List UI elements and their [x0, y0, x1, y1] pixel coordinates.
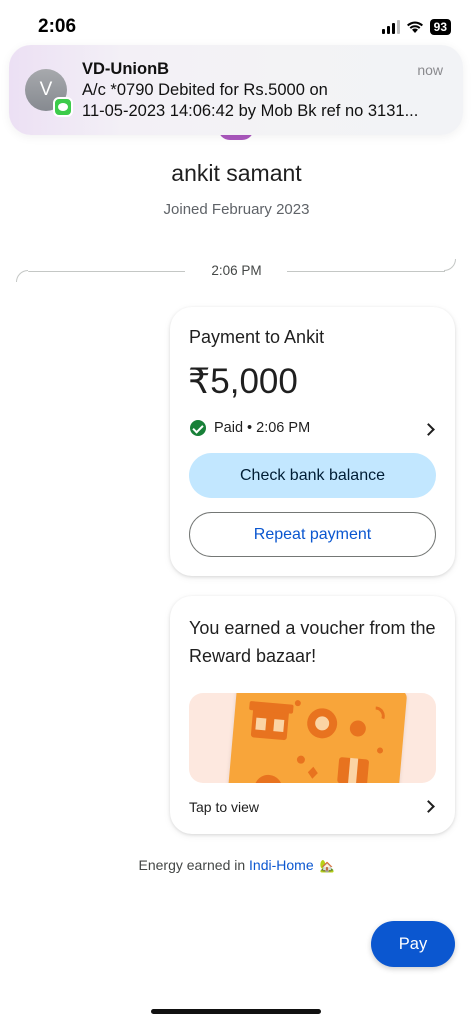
- profile-name: ankit samant: [171, 160, 302, 186]
- payment-card[interactable]: Payment to Ankit ₹5,000 Paid • 2:06 PM C…: [170, 307, 455, 576]
- home-indicator[interactable]: [151, 1009, 321, 1014]
- messages-app-icon: [53, 97, 73, 117]
- chevron-right-icon[interactable]: [422, 423, 435, 436]
- voucher-ticket-image: [226, 693, 408, 783]
- wifi-icon: [406, 20, 424, 34]
- notification-sender: VD-UnionB: [82, 60, 170, 78]
- voucher-pattern-icon: [249, 700, 385, 783]
- notification-body: A/c *0790 Debited for Rs.5000 on 11-05-2…: [82, 80, 452, 122]
- pay-button[interactable]: Pay: [371, 921, 455, 967]
- payment-status[interactable]: Paid • 2:06 PM: [190, 420, 310, 436]
- profile-joined-date: Joined February 2023: [163, 201, 310, 218]
- repeat-payment-button[interactable]: Repeat payment: [189, 512, 436, 557]
- timeline-divider-right: [287, 271, 445, 272]
- energy-earned-text: Energy earned in Indi-Home 🏡: [0, 857, 473, 873]
- chevron-right-icon[interactable]: [422, 800, 435, 813]
- sms-notification-banner[interactable]: V VD-UnionB now A/c *0790 Debited for Rs…: [9, 45, 463, 135]
- status-icons: 93: [381, 19, 451, 35]
- check-circle-icon: [190, 420, 206, 436]
- voucher-illustration: [189, 693, 436, 783]
- energy-prefix: Energy earned in: [138, 857, 250, 873]
- voucher-title: You earned a voucher from the Reward baz…: [189, 618, 436, 666]
- house-icon: 🏡: [319, 859, 335, 873]
- notification-body-line: A/c *0790 Debited for Rs.5000 on: [82, 81, 328, 99]
- payment-amount: ₹5,000: [188, 362, 298, 401]
- voucher-card[interactable]: You earned a voucher from the Reward baz…: [170, 596, 455, 834]
- payment-title: Payment to Ankit: [189, 327, 325, 347]
- payment-status-text: Paid • 2:06 PM: [214, 420, 311, 436]
- cellular-signal-icon: [381, 20, 400, 34]
- status-time: 2:06: [38, 16, 77, 37]
- indi-home-link[interactable]: Indi-Home: [249, 857, 314, 873]
- check-bank-balance-button[interactable]: Check bank balance: [189, 453, 436, 498]
- voucher-tap-to-view: Tap to view: [189, 799, 260, 815]
- notification-time: now: [417, 62, 443, 78]
- battery-indicator: 93: [429, 19, 451, 35]
- notification-body-line: 11-05-2023 14:06:42 by Mob Bk ref no 313…: [82, 102, 419, 120]
